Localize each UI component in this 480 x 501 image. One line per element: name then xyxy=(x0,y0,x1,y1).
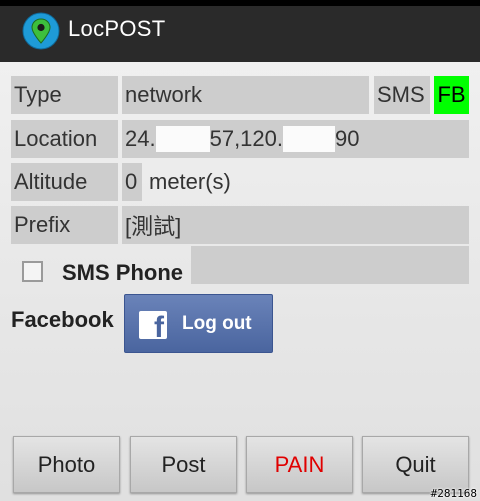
prefix-label: Prefix xyxy=(11,206,118,244)
sms-phone-checkbox[interactable] xyxy=(22,261,43,282)
quit-button[interactable]: Quit xyxy=(362,436,469,493)
location-mid: 57,120. xyxy=(209,126,283,151)
logout-label: Log out xyxy=(182,313,252,334)
pain-button[interactable]: PAIN xyxy=(246,436,353,493)
sms-toggle[interactable]: SMS xyxy=(374,76,430,114)
location-end: 90 xyxy=(335,126,360,151)
altitude-unit: meter(s) xyxy=(149,169,231,194)
sms-phone-input[interactable] xyxy=(191,246,469,284)
type-value[interactable]: network xyxy=(122,76,369,114)
action-bar: LocPOST xyxy=(0,6,480,62)
sms-phone-label: SMS Phone xyxy=(62,260,184,285)
fb-toggle[interactable]: FB xyxy=(434,76,469,114)
prefix-input[interactable]: [測試] xyxy=(122,206,469,244)
post-button[interactable]: Post xyxy=(130,436,237,493)
altitude-label: Altitude xyxy=(11,163,118,201)
facebook-logout-button[interactable]: f Log out xyxy=(124,294,273,353)
location-lat: 24. xyxy=(125,126,156,151)
facebook-label: Facebook xyxy=(11,307,114,332)
type-label: Type xyxy=(11,76,118,114)
facebook-icon: f xyxy=(139,311,167,339)
photo-button[interactable]: Photo xyxy=(13,436,120,493)
location-value: 24. 57,120. 90 xyxy=(122,120,469,158)
app-title: LocPOST xyxy=(68,16,166,41)
redaction-mask xyxy=(155,126,210,152)
redaction-mask xyxy=(283,126,335,152)
location-label: Location xyxy=(11,120,118,158)
watermark: #281168 xyxy=(430,487,477,500)
altitude-value: 0 xyxy=(122,163,142,201)
map-pin-icon[interactable] xyxy=(22,12,60,50)
